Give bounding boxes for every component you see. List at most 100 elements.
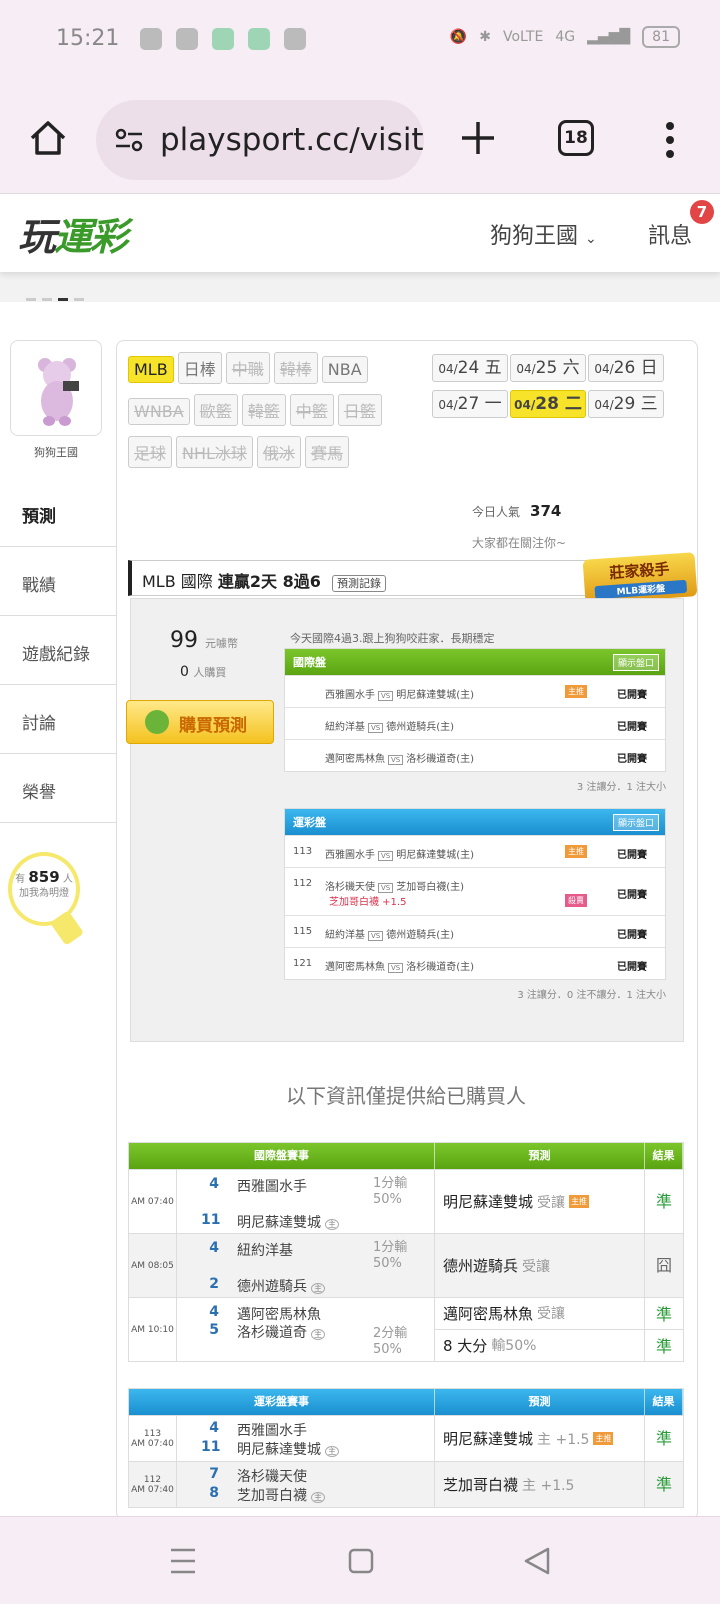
- prediction: 德州遊騎兵 受讓: [435, 1234, 645, 1297]
- watching-text: 大家都在關注你~: [472, 536, 567, 550]
- league-tab[interactable]: NHL冰球: [176, 436, 253, 468]
- sidebar-tab-discussion[interactable]: 討論: [0, 685, 116, 754]
- date-option[interactable]: 04/28 二: [510, 390, 586, 418]
- back-icon[interactable]: [524, 1547, 550, 1575]
- table-title: 運彩盤: [293, 816, 326, 829]
- result: 囧: [645, 1234, 683, 1297]
- more-menu-icon[interactable]: [664, 120, 676, 160]
- league-tab[interactable]: WNBA: [128, 398, 190, 425]
- recommend-tag: 主推: [565, 685, 587, 698]
- messages-link[interactable]: 訊息: [648, 218, 692, 250]
- coin-icon: [145, 710, 169, 734]
- away-team: 紐約洋基: [237, 1243, 293, 1259]
- buyers-count: 0: [180, 664, 189, 680]
- game-time: AM 07:40: [129, 1170, 177, 1233]
- league-tab[interactable]: 歐籃: [193, 394, 238, 426]
- prediction-note: 今天國際4過3.跟上狗狗咬莊家．長期穩定: [290, 632, 495, 645]
- league-tab[interactable]: 韓棒: [273, 352, 318, 384]
- pick: 8 大分 輸50%: [435, 1330, 644, 1362]
- home-icon: 主: [311, 1283, 325, 1294]
- home-score: 5: [209, 1322, 219, 1338]
- home-nav-icon[interactable]: [348, 1547, 374, 1575]
- show-odds-button[interactable]: 顯示盤口: [612, 654, 659, 671]
- prediction: 明尼蘇達雙城主 +1.5 主推: [435, 1416, 645, 1461]
- pick-note: 主 +1.5: [537, 1431, 590, 1448]
- popularity-value: 374: [530, 502, 562, 520]
- user-menu-label: 狗狗王國: [490, 224, 579, 249]
- show-odds-button[interactable]: 顯示盤口: [612, 814, 659, 831]
- line: 1分輸 50%: [373, 1176, 407, 1208]
- date-month: 04/: [516, 362, 536, 376]
- game-time: AM 10:10: [129, 1298, 177, 1361]
- sidebar-tab-honors[interactable]: 榮譽: [0, 754, 116, 823]
- price-unit: 元噱幣: [205, 637, 238, 650]
- price: 99 元噱幣: [170, 628, 238, 653]
- result-row: 112 AM 07:40 7 洛杉磯天使 8 芝加哥白襪主芝加哥白襪主 +1.5 準: [129, 1461, 683, 1507]
- league-tab[interactable]: NBA: [321, 356, 368, 383]
- buy-button-label: 購買預測: [179, 716, 247, 736]
- recent-apps-icon[interactable]: [170, 1547, 196, 1575]
- result-row: AM 07:40 4 西雅圖水手 11 明尼蘇達雙城主 1分輸 50% 明尼蘇達雙城 受讓 主推準: [129, 1169, 683, 1233]
- fans-suffix: 人: [62, 874, 73, 885]
- date-option[interactable]: 04/26 日: [588, 354, 664, 382]
- carousel-dots[interactable]: [26, 298, 84, 301]
- new-tab-icon[interactable]: [458, 118, 498, 158]
- date-option[interactable]: 04/27 一: [432, 390, 508, 418]
- table-footer: 3 注讓分．0 注不讓分．1 注大小: [517, 990, 666, 1001]
- date-option[interactable]: 04/25 六: [510, 354, 586, 382]
- date-day: 26 日: [613, 358, 658, 378]
- date-option[interactable]: 04/24 五: [432, 354, 508, 382]
- battery-icon: 81: [642, 26, 680, 48]
- bluetooth-icon: ✱: [479, 29, 491, 45]
- user-menu[interactable]: 狗狗王國 ⌄: [490, 218, 597, 250]
- date-month: 04/: [514, 398, 536, 412]
- league-tab[interactable]: 中職: [225, 352, 270, 384]
- league-tab[interactable]: 賽馬: [304, 436, 349, 468]
- tab-switcher-button[interactable]: 18: [558, 120, 594, 156]
- sidebar-tab-game-history[interactable]: 遊戲紀錄: [0, 616, 116, 685]
- away-score: 7: [209, 1466, 219, 1482]
- league-tab[interactable]: 日棒: [177, 352, 222, 384]
- league-tab[interactable]: 俄冰: [256, 436, 301, 468]
- avatar[interactable]: [10, 340, 102, 436]
- table-row: 紐約洋基 VS 德州遊騎兵(主) 已開賽: [285, 707, 665, 739]
- table-row: 邁阿密馬林魚 VS 洛杉磯道奇(主) 已開賽: [285, 739, 665, 771]
- date-month: 04/: [438, 398, 458, 412]
- league-tab[interactable]: 日籃: [337, 394, 382, 426]
- league-tab[interactable]: MLB: [128, 356, 174, 383]
- result-mark: 囧: [655, 1256, 672, 1275]
- site-logo[interactable]: 玩運彩: [18, 206, 128, 261]
- home-team: 德州遊騎兵(主): [386, 930, 455, 941]
- volte-icon: VoLTE: [503, 29, 544, 45]
- results-header: 運彩盤賽事 預測 結果: [129, 1389, 683, 1415]
- home-team: 洛杉磯道奇主: [237, 1322, 325, 1342]
- address-bar[interactable]: playsport.cc/visit: [96, 100, 424, 180]
- date-day: 24 五: [457, 358, 502, 378]
- col-header: 預測: [435, 1389, 645, 1415]
- vs-icon: VS: [368, 931, 384, 941]
- league-tab[interactable]: 韓籃: [241, 394, 286, 426]
- buy-prediction-button[interactable]: 購買預測: [126, 700, 274, 744]
- site-settings-icon[interactable]: [114, 128, 144, 152]
- date-day: 27 一: [457, 394, 502, 414]
- home-team-name: 洛杉磯道奇: [237, 1325, 307, 1341]
- date-picker: 04/24 五 04/25 六 04/26 日04/27 一 04/28 二 04/29…: [432, 354, 676, 426]
- home-team-name: 明尼蘇達雙城: [237, 1442, 321, 1458]
- results-header: 國際盤賽事 預測 結果: [129, 1143, 683, 1169]
- prediction-record-button[interactable]: 預測記錄: [331, 575, 386, 592]
- line-value: 2分輸: [373, 1326, 408, 1341]
- home-icon[interactable]: [28, 118, 68, 158]
- logo-part: 運彩: [54, 215, 128, 259]
- pick-note: 主 +1.5: [522, 1477, 575, 1494]
- league-tab[interactable]: 足球: [128, 436, 173, 468]
- sidebar-tab-record[interactable]: 戰績: [0, 547, 116, 616]
- away-team: 邁阿密馬林魚: [237, 1307, 321, 1323]
- result-mark: 準: [655, 1192, 672, 1211]
- sidebar-tab-predictions[interactable]: 預測: [0, 478, 116, 547]
- line-pct: 50%: [373, 1342, 402, 1357]
- game-number: 113: [143, 1428, 162, 1439]
- vs-icon: VS: [378, 883, 394, 893]
- date-option[interactable]: 04/29 三: [588, 390, 664, 418]
- popularity: 今日人氣 374: [472, 502, 561, 520]
- league-tab[interactable]: 中籃: [289, 394, 334, 426]
